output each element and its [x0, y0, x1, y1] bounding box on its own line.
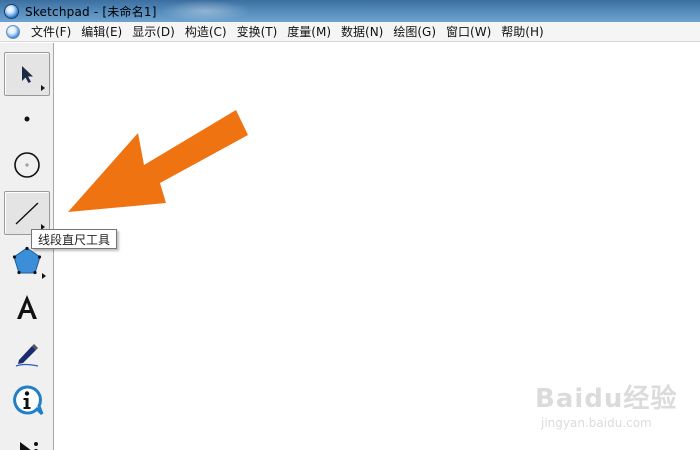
baidu-watermark: Baidu经验 jingyan.baidu.com	[535, 378, 695, 436]
compass-tool[interactable]	[4, 143, 50, 187]
menu-measure[interactable]: 度量(M)	[284, 23, 338, 40]
marker-tool[interactable]	[4, 332, 50, 376]
tool-more-indicator	[41, 85, 45, 91]
menu-construct[interactable]: 构造(C)	[182, 23, 234, 40]
watermark-sub: jingyan.baidu.com	[541, 416, 652, 430]
custom-tool[interactable]	[4, 427, 50, 450]
menu-graph[interactable]: 绘图(G)	[390, 23, 443, 40]
tool-more-indicator	[42, 273, 46, 279]
tool-tooltip: 线段直尺工具	[31, 229, 118, 249]
text-a-icon	[17, 295, 37, 319]
menu-display[interactable]: 显示(D)	[129, 23, 182, 40]
title-glow	[160, 0, 250, 22]
title-bar: Sketchpad - [未命名1]	[0, 0, 700, 22]
menu-edit[interactable]: 编辑(E)	[78, 23, 129, 40]
annotation-arrow-icon	[68, 110, 248, 212]
menu-window[interactable]: 窗口(W)	[443, 23, 498, 40]
menu-bar: 文件(F) 编辑(E) 显示(D) 构造(C) 变换(T) 度量(M) 数据(N…	[0, 22, 700, 42]
watermark-main: Baidu经验	[535, 384, 678, 414]
document-icon[interactable]	[6, 24, 20, 39]
arrow-select-tool[interactable]	[4, 52, 50, 96]
line-segment-icon	[15, 202, 39, 225]
pentagon-icon	[12, 246, 42, 275]
circle-icon	[14, 152, 40, 178]
window-title: Sketchpad - [未命名1]	[25, 4, 157, 19]
point-icon	[24, 116, 30, 122]
point-tool[interactable]	[4, 97, 50, 141]
menu-transform[interactable]: 变换(T)	[234, 23, 285, 40]
marker-pen-icon	[15, 344, 39, 367]
text-tool[interactable]	[4, 285, 50, 329]
custom-tool-icon	[20, 442, 38, 450]
sketchpad-app-icon[interactable]	[4, 3, 19, 19]
arrow-pointer-icon	[22, 66, 33, 83]
menu-help[interactable]: 帮助(H)	[498, 23, 550, 40]
menu-file[interactable]: 文件(F)	[28, 23, 78, 40]
information-tool[interactable]	[4, 379, 50, 423]
info-icon	[13, 385, 44, 416]
menu-number[interactable]: 数据(N)	[338, 23, 390, 40]
